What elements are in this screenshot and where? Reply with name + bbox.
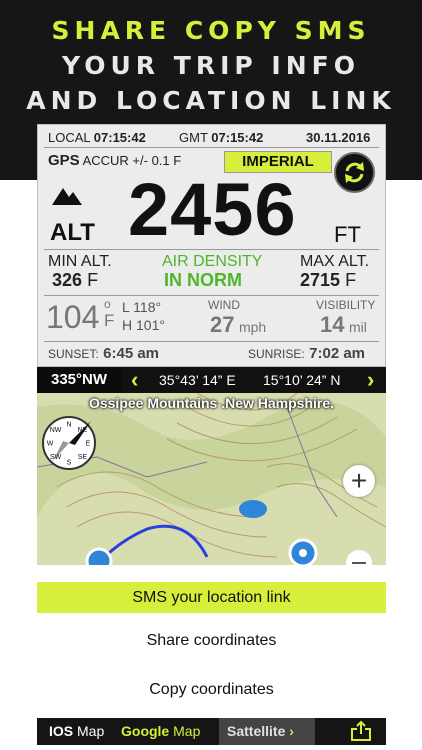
gmt-time: 07:15:42: [211, 130, 264, 145]
wind-value: 27: [210, 312, 235, 337]
temperature-value: 104: [46, 299, 100, 335]
min-alt-value: 326: [52, 270, 83, 290]
max-alt: 2715 F: [300, 270, 356, 291]
sunrise-label: SUNRISE:: [248, 347, 305, 361]
satellite-chevron: ›: [289, 723, 294, 739]
google-map-bold: Google: [121, 723, 170, 739]
gmt-time-row: GMT 07:15:42: [179, 130, 263, 145]
share-coordinates-button[interactable]: Share coordinates: [37, 632, 386, 650]
sunrise-time: 7:02 am: [309, 345, 366, 362]
next-coord-button[interactable]: ›: [367, 367, 374, 393]
heading: 335°NW: [37, 367, 121, 393]
date: 30.11.2016: [306, 130, 371, 145]
gmt-label: GMT: [179, 130, 208, 145]
copy-coordinates-button[interactable]: Copy coordinates: [37, 681, 386, 699]
divider: [44, 295, 379, 296]
local-label: LOCAL: [48, 130, 91, 145]
max-alt-label: MAX ALT.: [300, 253, 370, 270]
wind: 27 mph: [210, 312, 266, 338]
compass-letter: W: [47, 441, 54, 448]
high-label: H: [122, 317, 133, 333]
compass-letter: S: [67, 460, 72, 467]
longitude: 15°10’ 24” N: [263, 372, 341, 388]
map-type-bar: IOS Map Google Map Sattellite ›: [37, 718, 386, 745]
max-alt-value: 2715: [300, 270, 341, 290]
compass-letter: NW: [50, 427, 62, 434]
max-alt-unit: F: [345, 270, 357, 290]
visibility: 14 mil: [320, 312, 367, 338]
altitude-value: 2456: [128, 168, 297, 251]
temp-unit: F: [104, 311, 115, 330]
sunset-label: SUNSET:: [48, 347, 99, 361]
place-name: Ossipee Mountains .New Hampshire.: [88, 395, 335, 411]
trip-info-panel: LOCAL 07:15:42 GMT 07:15:42 30.11.2016 G…: [37, 124, 386, 367]
export-button[interactable]: [335, 718, 386, 745]
compass-letter: SE: [78, 454, 88, 461]
compass-icon[interactable]: N NE E SE S SW W NW: [41, 415, 97, 471]
map-view[interactable]: 335°NW ‹ 35°43’ 14” E 15°10’ 24” N › Oss…: [37, 367, 386, 565]
promo-line-3: AND LOCATION LINK: [26, 86, 396, 115]
alt-unit: FT: [334, 222, 361, 247]
divider: [44, 249, 379, 250]
ios-map-bold: IOS: [49, 723, 74, 739]
low-value: 118°: [133, 299, 162, 315]
local-time: 07:15:42: [93, 130, 146, 145]
google-map-tab[interactable]: Google Map: [121, 718, 200, 745]
satellite-label: Sattellite: [227, 723, 286, 739]
visibility-label: VISIBILITY: [316, 298, 376, 312]
compass-letter: E: [86, 441, 91, 448]
wind-label: WIND: [208, 298, 240, 312]
divider: [44, 147, 379, 148]
satellite-tab[interactable]: Sattellite ›: [219, 718, 315, 745]
low-label: L: [122, 299, 130, 315]
promo-line-1: SHARE COPY SMS: [51, 16, 371, 45]
prev-coord-button[interactable]: ‹: [131, 367, 138, 393]
gps-label: GPS: [48, 152, 80, 169]
ios-map-light: Map: [77, 723, 105, 739]
promo-line-2: YOUR TRIP INFO: [62, 51, 360, 80]
min-alt-unit: F: [87, 270, 99, 290]
temp-degree: o: [104, 297, 111, 311]
high-value: 101°: [136, 317, 165, 333]
air-density-label: AIR DENSITY: [162, 253, 263, 270]
mountain-icon: [52, 188, 82, 205]
compass-letter: NE: [78, 427, 88, 434]
wind-unit: mph: [238, 319, 267, 335]
air-density-value: IN NORM: [164, 270, 242, 290]
min-alt: 326 F: [52, 270, 98, 291]
refresh-icon: [345, 162, 364, 183]
sunset-time: 6:45 am: [103, 345, 160, 362]
compass-letter: N: [66, 422, 71, 429]
local-time-row: LOCAL 07:15:42: [48, 130, 146, 145]
google-map-light: Map: [173, 723, 201, 739]
divider: [44, 341, 379, 342]
min-alt-label: MIN ALT.: [48, 253, 112, 270]
refresh-button[interactable]: [334, 152, 375, 193]
visibility-unit: mil: [348, 319, 367, 335]
gps-accuracy: ACCUR +/- 0.1 F: [82, 153, 182, 168]
coordinates-bar: 335°NW ‹ 35°43’ 14” E 15°10’ 24” N ›: [37, 367, 386, 393]
zoom-in-button[interactable]: +: [343, 465, 375, 497]
share-icon: [351, 720, 371, 741]
alt-label: ALT: [50, 219, 95, 246]
ios-map-tab[interactable]: IOS Map: [49, 718, 104, 745]
visibility-value: 14: [320, 312, 345, 337]
sunrise: SUNRISE: 7:02 am: [248, 345, 365, 363]
sunset: SUNSET: 6:45 am: [48, 345, 159, 363]
temp-low: L 118°: [122, 299, 161, 315]
sms-location-button[interactable]: SMS your location link: [37, 582, 386, 613]
temp-high: H 101°: [122, 317, 165, 333]
latitude: 35°43’ 14” E: [159, 372, 236, 388]
compass-letter: SW: [50, 454, 62, 461]
